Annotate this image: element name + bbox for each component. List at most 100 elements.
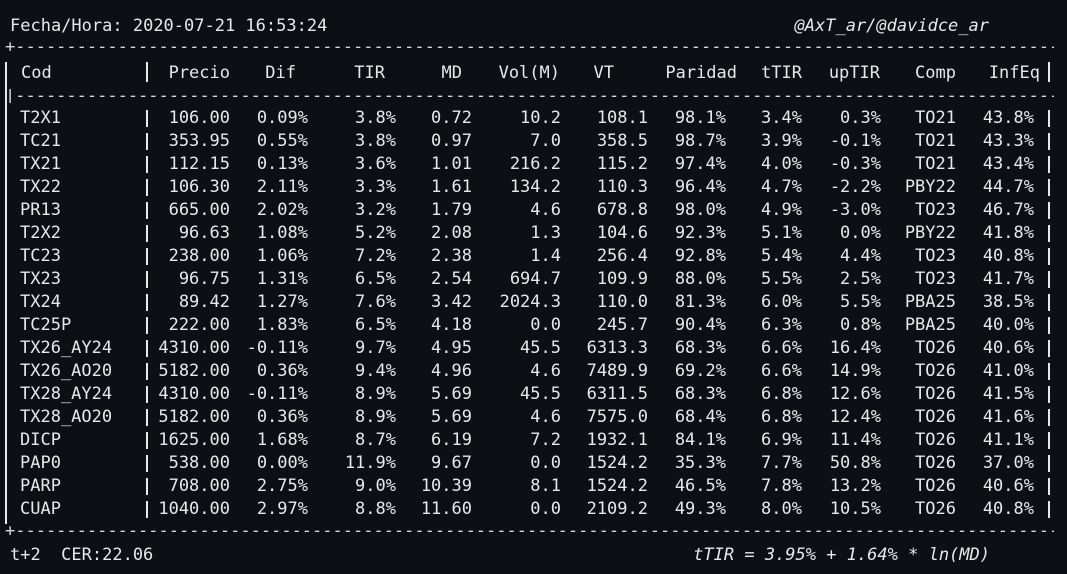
cell-cod: CUAP	[20, 499, 61, 519]
cell-infeq: 43.3%	[982, 131, 1034, 151]
cell-tir: 8.7%	[355, 430, 396, 450]
column-header-dif: Dif	[265, 63, 296, 83]
cell-cod: T2X1	[20, 108, 61, 128]
cell-md: 4.96	[431, 361, 472, 381]
cell-cod: TX21	[20, 154, 61, 174]
cell-uptir: 13.2%	[829, 476, 881, 496]
cell-comp: TO26	[915, 453, 956, 473]
datetime-line: Fecha/Hora: 2020-07-21 16:53:24	[10, 15, 327, 38]
column-header-tir: TIR	[354, 63, 385, 83]
left-border	[5, 62, 7, 524]
cell-ttir: 6.3%	[761, 315, 802, 335]
cell-infeq: 46.7%	[982, 200, 1034, 220]
cell-md: 5.69	[431, 407, 472, 427]
cell-precio: 538.00	[168, 453, 230, 473]
cell-ttir: 5.1%	[761, 223, 802, 243]
cell-dif: 0.36%	[256, 361, 308, 381]
cell-precio: 238.00	[168, 246, 230, 266]
cod-divider	[146, 409, 148, 426]
cod-divider	[146, 202, 148, 219]
cell-dif: 0.55%	[256, 131, 308, 151]
cell-paridad: 68.3%	[674, 384, 726, 404]
cell-precio: 1040.00	[158, 499, 230, 519]
cell-dif: 2.02%	[256, 200, 308, 220]
column-header-vt: VT	[593, 63, 614, 83]
cell-ttir: 6.8%	[761, 407, 802, 427]
cell-dif: 1.68%	[256, 430, 308, 450]
cell-md: 3.42	[431, 292, 472, 312]
cell-cod: TX22	[20, 177, 61, 197]
column-header-precio: Precio	[168, 63, 230, 83]
cell-ttir: 6.0%	[761, 292, 802, 312]
cod-divider	[146, 271, 148, 288]
cell-comp: TO26	[915, 430, 956, 450]
cell-uptir: 12.4%	[829, 407, 881, 427]
cell-precio: 5182.00	[158, 361, 230, 381]
cell-tir: 7.2%	[355, 246, 396, 266]
cell-uptir: 5.5%	[840, 292, 881, 312]
column-header-md: MD	[441, 63, 462, 83]
cell-cod: TX24	[20, 292, 61, 312]
cell-vt: 1524.2	[586, 453, 648, 473]
cell-md: 10.39	[420, 476, 472, 496]
table-top-border: +---------------------------------------…	[5, 40, 1054, 54]
cell-precio: 665.00	[168, 200, 230, 220]
cell-tir: 3.2%	[355, 200, 396, 220]
cell-vol-m: 8.1	[530, 476, 561, 496]
column-header-comp: Comp	[915, 63, 956, 83]
cell-dif: -0.11%	[246, 338, 308, 358]
cell-tir: 3.8%	[355, 131, 396, 151]
cell-ttir: 6.9%	[761, 430, 802, 450]
right-border	[1048, 202, 1050, 219]
cell-infeq: 38.5%	[982, 292, 1034, 312]
cell-cod: T2X2	[20, 223, 61, 243]
right-border	[1048, 455, 1050, 472]
cell-paridad: 81.3%	[674, 292, 726, 312]
right-border	[1048, 363, 1050, 380]
cell-paridad: 46.5%	[674, 476, 726, 496]
cell-precio: 106.30	[168, 177, 230, 197]
cell-comp: PBY22	[904, 177, 956, 197]
cell-vt: 110.0	[596, 292, 648, 312]
cell-uptir: 14.9%	[829, 361, 881, 381]
footer-status: t+2 CER:22.06	[10, 545, 154, 565]
cell-comp: TO26	[915, 499, 956, 519]
cell-cod: TC21	[20, 131, 61, 151]
cell-tir: 6.5%	[355, 315, 396, 335]
cell-md: 6.19	[431, 430, 472, 450]
cell-cod: TC23	[20, 246, 61, 266]
right-border	[1048, 179, 1050, 196]
cell-vt: 2109.2	[586, 499, 648, 519]
cell-vol-m: 4.6	[530, 407, 561, 427]
cell-vt: 108.1	[596, 108, 648, 128]
cell-uptir: 0.8%	[840, 315, 881, 335]
cell-md: 4.95	[431, 338, 472, 358]
cell-comp: TO26	[915, 384, 956, 404]
cod-divider	[146, 432, 148, 449]
cell-cod: PARP	[20, 476, 61, 496]
cell-vt: 115.2	[596, 154, 648, 174]
cell-ttir: 4.9%	[761, 200, 802, 220]
cell-cod: PAP0	[20, 453, 61, 473]
column-header-vol-m: Vol(M)	[498, 63, 560, 83]
column-header-uptir: upTIR	[828, 63, 880, 83]
cell-paridad: 90.4%	[674, 315, 726, 335]
cell-comp: PBA25	[904, 315, 956, 335]
cell-comp: TO21	[915, 108, 956, 128]
cell-ttir: 8.0%	[761, 499, 802, 519]
cell-cod: TX28_AO20	[20, 407, 113, 427]
cod-divider	[146, 248, 148, 265]
cell-paridad: 35.3%	[674, 453, 726, 473]
cod-divider	[146, 110, 148, 127]
cod-divider	[146, 501, 148, 518]
cell-ttir: 6.6%	[761, 338, 802, 358]
right-border	[1048, 501, 1050, 518]
cell-vol-m: 7.0	[530, 131, 561, 151]
cell-uptir: -3.0%	[829, 200, 881, 220]
cell-md: 2.08	[431, 223, 472, 243]
cell-cod: TX28_AY24	[20, 384, 113, 404]
cell-dif: 2.97%	[256, 499, 308, 519]
cell-cod: TX26_AY24	[20, 338, 113, 358]
cell-dif: 1.27%	[256, 292, 308, 312]
cell-comp: PBY22	[904, 223, 956, 243]
